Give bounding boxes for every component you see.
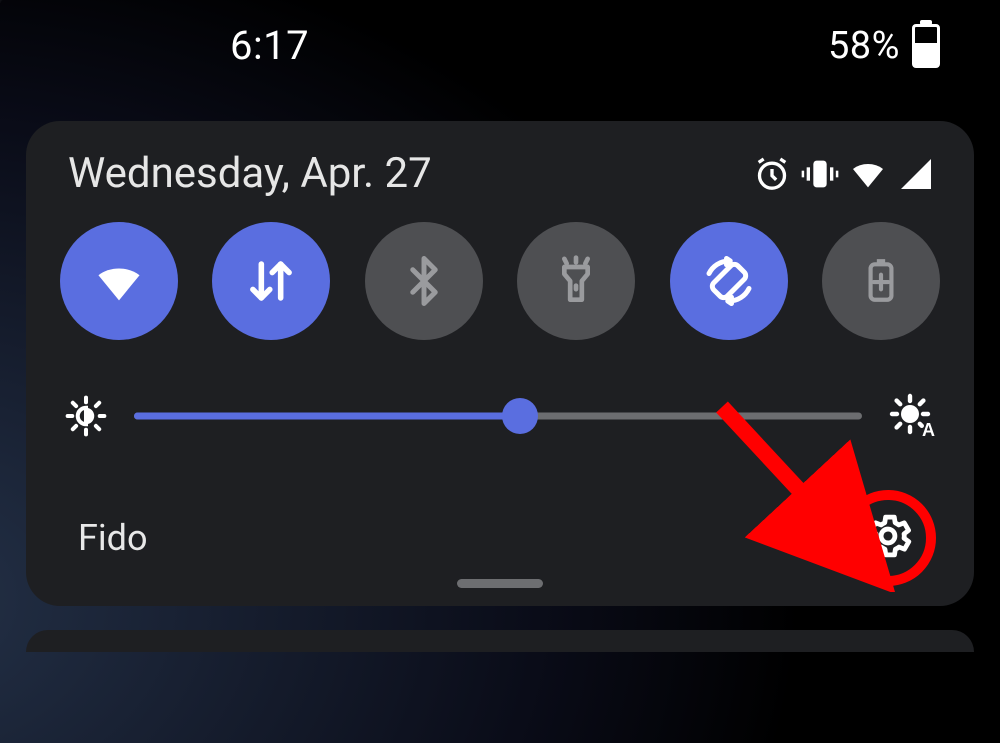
bluetooth-icon <box>397 254 451 308</box>
alarm-icon <box>752 154 792 194</box>
panel-drag-handle[interactable] <box>457 579 543 588</box>
brightness-row: A <box>56 392 944 440</box>
auto-brightness-toggle[interactable]: A <box>888 392 936 440</box>
cellular-status-icon <box>896 154 936 194</box>
flashlight-icon <box>548 253 604 309</box>
gear-icon <box>862 510 914 566</box>
carrier-label: Fido <box>78 517 148 559</box>
svg-text:A: A <box>922 420 935 440</box>
battery-saver-icon <box>856 256 906 306</box>
panel-date[interactable]: Wednesday, Apr. 27 <box>68 149 432 198</box>
vibrate-icon <box>800 154 840 194</box>
panel-header: Wednesday, Apr. 27 <box>56 143 944 218</box>
tile-wifi[interactable] <box>60 222 178 340</box>
tile-auto-rotate[interactable] <box>670 222 788 340</box>
tile-mobile-data[interactable] <box>212 222 330 340</box>
status-bar: 6:17 58% <box>0 0 1000 91</box>
wifi-icon <box>90 252 148 310</box>
status-bar-right: 58% <box>828 23 940 69</box>
wifi-status-icon <box>848 154 888 194</box>
panel-footer: Fido <box>56 496 944 580</box>
panel-status-icons <box>752 154 936 194</box>
brightness-low-icon <box>64 394 108 438</box>
settings-button[interactable] <box>846 496 930 580</box>
next-panel-peek <box>26 630 974 652</box>
quick-settings-panel: Wednesday, Apr. 27 <box>26 121 974 606</box>
battery-icon <box>912 23 940 69</box>
mobile-data-icon <box>242 252 300 310</box>
tile-bluetooth[interactable] <box>365 222 483 340</box>
brightness-thumb[interactable] <box>502 398 538 434</box>
auto-rotate-icon <box>699 251 759 311</box>
brightness-track-fill <box>134 413 520 420</box>
brightness-slider[interactable] <box>134 401 862 431</box>
status-bar-time: 6:17 <box>60 22 309 69</box>
tile-battery-saver[interactable] <box>822 222 940 340</box>
battery-percent-label: 58% <box>828 24 900 68</box>
tile-flashlight[interactable] <box>517 222 635 340</box>
quick-tiles-row <box>56 218 944 340</box>
